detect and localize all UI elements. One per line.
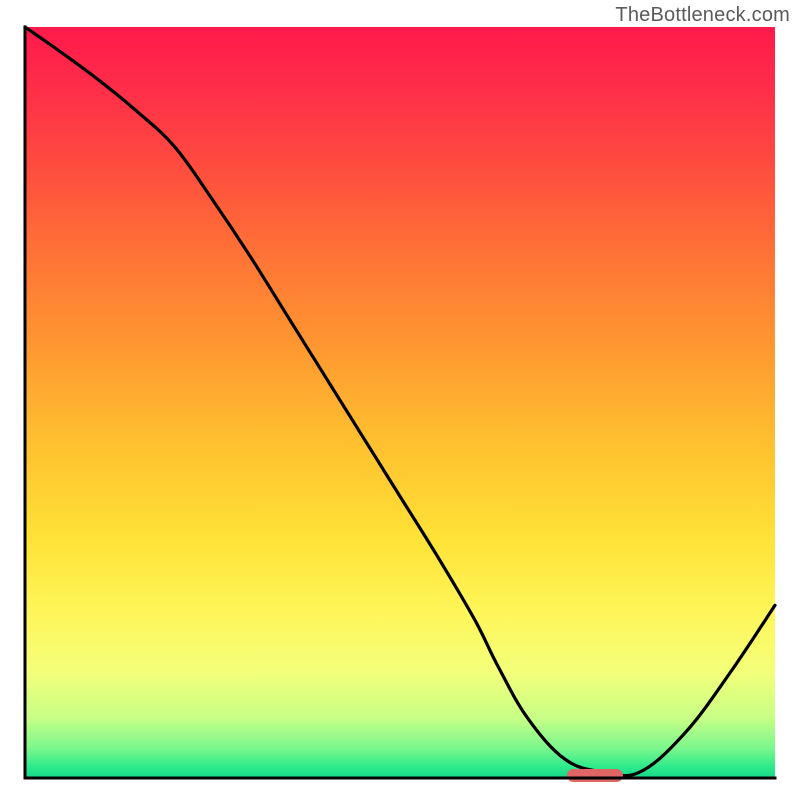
plot-area <box>25 27 775 778</box>
axes <box>25 27 775 778</box>
chart-container: TheBottleneck.com <box>0 0 800 800</box>
watermark-text: TheBottleneck.com <box>615 4 790 27</box>
